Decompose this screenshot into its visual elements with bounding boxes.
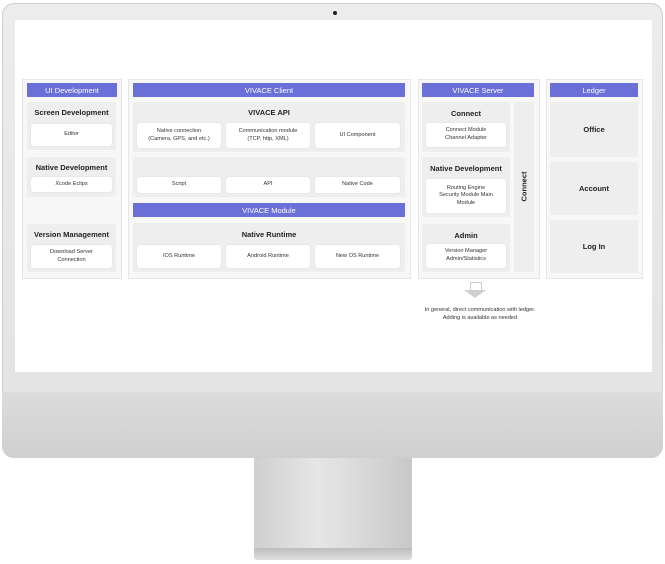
native-runtime-title: Native Runtime xyxy=(241,230,297,239)
download-server-chip: Download Server Connection xyxy=(31,245,112,268)
server-native-development-title: Native Development xyxy=(430,164,502,173)
server-connect-side-box: Connect xyxy=(514,102,534,272)
ledger-account-label: Account xyxy=(579,184,609,193)
native-development-box: Native Development Xcode Eclips xyxy=(27,157,116,197)
xcode-chip: Xcode Eclips xyxy=(31,177,112,192)
screen-development-title: Screen Development xyxy=(34,108,109,117)
connect-module-chip: Connect Module Channel Adapter xyxy=(426,123,506,147)
monitor-stand xyxy=(254,458,412,548)
ledger-header: Ledger xyxy=(550,83,638,97)
ui-development-header: UI Development xyxy=(27,83,117,97)
ledger-account-box: Account xyxy=(550,162,638,215)
screen-development-box: Screen Development Editor xyxy=(27,102,116,150)
native-development-title: Native Development xyxy=(35,163,108,172)
native-connection-chip: Native connection (Camera, GPS, and etc.… xyxy=(137,123,221,148)
ledger-note: In general, direct communication with le… xyxy=(424,307,536,322)
server-native-development-box: Native Development Routing Engine Securi… xyxy=(422,157,510,217)
vivace-api-box: VIVACE API Native connection (Camera, GP… xyxy=(133,102,405,152)
android-runtime-chip: Android Runtime xyxy=(226,245,310,268)
ledger-office-label: Office xyxy=(583,125,605,134)
ledger-login-label: Log In xyxy=(582,242,606,251)
monitor-stand-base xyxy=(254,548,412,560)
native-runtime-box: Native Runtime IOS Runtime Android Runti… xyxy=(133,223,405,272)
vivace-server-header: VIVACE Server xyxy=(422,83,534,97)
ui-component-chip: UI Component xyxy=(315,123,400,148)
script-chip: Script xyxy=(137,177,221,193)
ios-runtime-chip: IOS Runtime xyxy=(137,245,221,268)
server-connect-box: Connect Connect Module Channel Adapter xyxy=(422,102,510,152)
ledger-office-box: Office xyxy=(550,102,638,157)
native-code-chip: Native Code xyxy=(315,177,400,193)
new-os-runtime-chip: New OS Runtime xyxy=(315,245,400,268)
api-chip: API xyxy=(226,177,310,193)
server-connect-title: Connect xyxy=(451,109,481,118)
down-arrow-icon xyxy=(464,290,486,298)
version-management-title: Version Management xyxy=(33,230,110,239)
vivace-api-title: VIVACE API xyxy=(248,108,290,117)
monitor-chin xyxy=(2,392,663,458)
routing-engine-chip: Routing Engine Security Module Main Modu… xyxy=(426,179,506,213)
version-management-box: Version Management Download Server Conne… xyxy=(27,224,116,272)
vivace-module-header: VIVACE Module xyxy=(133,203,405,217)
vivace-client-header: VIVACE Client xyxy=(133,83,405,97)
version-manager-chip: Version Manager Admin/Statistics xyxy=(426,244,506,268)
server-admin-title: Admin xyxy=(454,231,478,240)
editor-chip: Editor xyxy=(31,124,112,146)
camera-icon xyxy=(333,11,337,15)
communication-module-chip: Communication module (TCP, http, XML) xyxy=(226,123,310,148)
vivace-middle-box: Script API Native Code xyxy=(133,157,405,197)
ledger-login-box: Log In xyxy=(550,220,638,273)
server-admin-box: Admin Version Manager Admin/Statistics xyxy=(422,224,510,272)
server-connect-side-label: Connect xyxy=(519,171,529,202)
